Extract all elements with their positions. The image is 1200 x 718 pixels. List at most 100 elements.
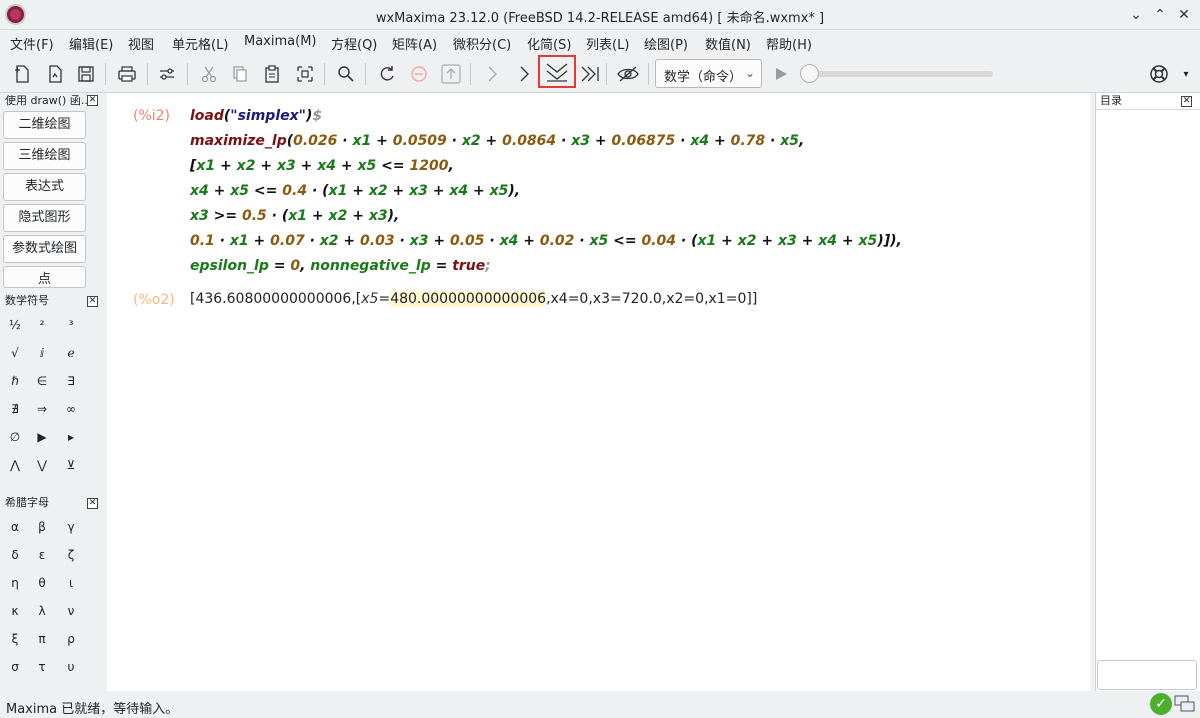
draw-points-button[interactable]: 点: [3, 266, 86, 288]
greek-letter-button-10[interactable]: λ: [30, 604, 54, 618]
print-icon[interactable]: [114, 61, 140, 87]
menu-matrix[interactable]: 矩阵(A): [392, 34, 437, 53]
math-symbol-button-3[interactable]: √: [3, 346, 27, 360]
menu-numeric[interactable]: 数值(N): [705, 34, 751, 53]
toolbar-overflow-icon[interactable]: ▾: [1176, 61, 1196, 87]
menu-file[interactable]: 文件(F): [10, 34, 54, 53]
select-all-icon[interactable]: [292, 61, 318, 87]
math-symbol-button-15[interactable]: ⋀: [3, 458, 27, 472]
math-symbol-button-14[interactable]: ▸: [59, 430, 83, 444]
greek-letter-button-1[interactable]: β: [30, 520, 54, 534]
math-symbol-button-9[interactable]: ∄: [3, 402, 27, 416]
interrupt-icon[interactable]: [406, 61, 432, 87]
open-file-icon[interactable]: [42, 61, 68, 87]
menu-maxima[interactable]: Maxima(M): [244, 34, 316, 49]
draw-expression-button[interactable]: 表达式: [3, 173, 86, 201]
close-icon[interactable]: ✕: [1174, 5, 1194, 25]
greek-letter-button-13[interactable]: π: [30, 632, 54, 646]
menu-simplify[interactable]: 化简(S): [527, 34, 571, 53]
greek-letter-button-8[interactable]: ι: [59, 576, 83, 590]
minimize-icon[interactable]: ⌄: [1126, 5, 1146, 25]
greek-letter-button-3[interactable]: δ: [3, 548, 27, 562]
new-document-icon[interactable]: [9, 61, 35, 87]
find-icon[interactable]: [333, 61, 359, 87]
animation-slider-handle[interactable]: [800, 64, 819, 83]
output-result[interactable]: [436.60800000000006,[x5=480.000000000000…: [190, 291, 757, 307]
paste-icon[interactable]: [259, 61, 285, 87]
greek-letter-button-6[interactable]: η: [3, 576, 27, 590]
copy-icon[interactable]: [227, 61, 253, 87]
hide-code-icon[interactable]: [615, 61, 641, 87]
math-symbol-button-13[interactable]: ▶: [30, 430, 54, 444]
math-symbol-button-7[interactable]: ∈: [30, 374, 54, 388]
math-symbol-button-2[interactable]: ³: [59, 318, 83, 332]
code-line-2[interactable]: maximize_lp(0.026 · x1 + 0.0509 · x2 + 0…: [190, 133, 804, 149]
greek-letter-button-15[interactable]: σ: [3, 660, 27, 674]
menu-help[interactable]: 帮助(H): [766, 34, 812, 53]
math-symbol-button-1[interactable]: ²: [30, 318, 54, 332]
greek-letter-button-2[interactable]: γ: [59, 520, 83, 534]
code-line-6[interactable]: 0.1 · x1 + 0.07 · x2 + 0.03 · x3 + 0.05 …: [190, 233, 902, 249]
greek-letter-button-17[interactable]: υ: [59, 660, 83, 674]
evaluate-cell-icon[interactable]: [479, 61, 505, 87]
evaluate-to-end-icon[interactable]: [511, 61, 537, 87]
menu-calculus[interactable]: 微积分(C): [453, 34, 511, 53]
help-lifebuoy-icon[interactable]: [1146, 61, 1172, 87]
greek-letter-button-11[interactable]: ν: [59, 604, 83, 618]
maximize-icon[interactable]: ⌃: [1150, 5, 1170, 25]
math-panel-title: 数学符号: [5, 294, 49, 307]
play-animation-icon[interactable]: [768, 61, 794, 87]
configure-icon[interactable]: [154, 61, 180, 87]
menu-equations[interactable]: 方程(Q): [331, 34, 377, 53]
save-icon[interactable]: [73, 61, 99, 87]
evaluate-all-icon[interactable]: [577, 61, 603, 87]
draw-implicit-button[interactable]: 隐式图形: [3, 204, 86, 232]
math-symbol-button-10[interactable]: ⇒: [30, 402, 54, 416]
toc-close-icon[interactable]: ✕: [1181, 96, 1192, 107]
menu-edit[interactable]: 编辑(E): [69, 34, 113, 53]
evaluate-all-visible-button[interactable]: [538, 55, 576, 88]
restart-maxima-icon[interactable]: [374, 61, 400, 87]
code-line-5[interactable]: x3 >= 0.5 · (x1 + x2 + x3),: [190, 208, 399, 224]
math-symbol-button-8[interactable]: ∃: [59, 374, 83, 388]
math-symbol-button-0[interactable]: ½: [3, 318, 27, 332]
cut-icon[interactable]: [196, 61, 222, 87]
greek-letter-button-14[interactable]: ρ: [59, 632, 83, 646]
window-title: wxMaxima 23.12.0 (FreeBSD 14.2-RELEASE a…: [375, 11, 825, 26]
greek-letter-button-9[interactable]: κ: [3, 604, 27, 618]
greek-panel-close-icon[interactable]: ✕: [87, 498, 98, 509]
animation-slider-track[interactable]: [806, 71, 993, 77]
follow-icon[interactable]: [438, 61, 464, 87]
greek-letter-button-0[interactable]: α: [3, 520, 27, 534]
math-symbol-button-4[interactable]: ⅈ: [30, 346, 54, 360]
math-symbol-button-5[interactable]: ℯ: [59, 346, 83, 360]
code-line-3[interactable]: [x1 + x2 + x3 + x4 + x5 <= 1200,: [190, 158, 454, 174]
cell-type-select[interactable]: 数学（命令） ⌄: [655, 59, 762, 88]
math-panel-close-icon[interactable]: ✕: [87, 296, 98, 307]
greek-letter-button-7[interactable]: θ: [30, 576, 54, 590]
menu-list[interactable]: 列表(L): [586, 34, 629, 53]
title-bar: wxMaxima 23.12.0 (FreeBSD 14.2-RELEASE a…: [0, 0, 1200, 30]
draw-parametric-button[interactable]: 参数式绘图: [3, 235, 86, 263]
math-symbol-button-17[interactable]: ⊻: [59, 458, 83, 472]
math-symbol-button-6[interactable]: ℏ: [3, 374, 27, 388]
greek-letter-button-16[interactable]: τ: [30, 660, 54, 674]
menu-plot[interactable]: 绘图(P): [644, 34, 688, 53]
draw-3d-button[interactable]: 三维绘图: [3, 142, 86, 170]
draw-2d-button[interactable]: 二维绘图: [3, 111, 86, 139]
math-symbol-button-16[interactable]: ⋁: [30, 458, 54, 472]
code-line-1[interactable]: load("simplex")$: [190, 108, 322, 124]
greek-letter-button-4[interactable]: ε: [30, 548, 54, 562]
code-line-7[interactable]: epsilon_lp = 0, nonnegative_lp = true;: [190, 258, 491, 274]
math-symbol-button-12[interactable]: ∅: [3, 430, 27, 444]
greek-letter-button-5[interactable]: ζ: [59, 548, 83, 562]
draw-panel-close-icon[interactable]: ✕: [87, 95, 98, 106]
greek-letter-button-12[interactable]: ξ: [3, 632, 27, 646]
menu-cell[interactable]: 单元格(L): [172, 34, 228, 53]
toc-filter-input[interactable]: [1097, 660, 1197, 690]
code-line-4[interactable]: x4 + x5 <= 0.4 · (x1 + x2 + x3 + x4 + x5…: [190, 183, 520, 199]
math-symbol-button-11[interactable]: ∞: [59, 402, 83, 416]
output-x5-value: 480.00000000000006: [390, 291, 547, 307]
menu-view[interactable]: 视图: [128, 34, 154, 53]
output-x5-eq: =: [378, 291, 391, 307]
